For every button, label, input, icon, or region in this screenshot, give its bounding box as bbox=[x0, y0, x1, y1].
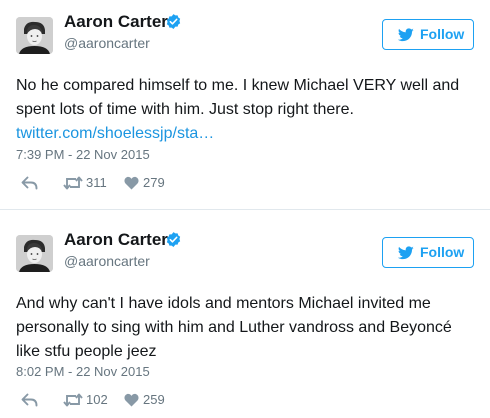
reply-icon[interactable] bbox=[21, 176, 38, 190]
user-handle[interactable]: @aaroncarter bbox=[64, 253, 150, 269]
twitter-bird-icon bbox=[398, 28, 414, 42]
tweet-link[interactable]: twitter.com/shoelessjp/sta… bbox=[16, 125, 214, 142]
tweet-text-line: No he compared himself to me. I knew Mic… bbox=[16, 77, 460, 94]
tweet-timestamp[interactable]: 8:02 PM - 22 Nov 2015 bbox=[16, 364, 150, 379]
tweet-card: Aaron Carter @aaroncarter Follow And why… bbox=[0, 218, 490, 418]
like-count: 259 bbox=[143, 392, 165, 407]
avatar[interactable] bbox=[16, 235, 53, 272]
follow-button[interactable]: Follow bbox=[382, 19, 474, 50]
tweet-text: No he compared himself to me. I knew Mic… bbox=[16, 74, 476, 146]
reply-icon[interactable] bbox=[21, 393, 38, 407]
tweet-text-line: And why can't I have idols and mentors M… bbox=[16, 295, 431, 312]
follow-label: Follow bbox=[420, 26, 465, 42]
tweet-text-line: spent lots of time with him. Just stop r… bbox=[16, 101, 354, 118]
display-name[interactable]: Aaron Carter bbox=[64, 230, 168, 250]
retweet-count: 311 bbox=[86, 175, 107, 190]
verified-badge-icon bbox=[166, 14, 181, 29]
heart-icon[interactable] bbox=[124, 393, 139, 407]
avatar[interactable] bbox=[16, 17, 53, 54]
tweet-text-line: personally to sing with him and Luther v… bbox=[16, 319, 452, 336]
tweet-text-line: like stfu people jeez bbox=[16, 343, 157, 360]
retweet-icon[interactable] bbox=[63, 393, 83, 407]
verified-badge-icon bbox=[166, 232, 181, 247]
tweet-text: And why can't I have idols and mentors M… bbox=[16, 292, 476, 364]
tweet-timestamp[interactable]: 7:39 PM - 22 Nov 2015 bbox=[16, 147, 150, 162]
retweet-count: 102 bbox=[86, 392, 108, 407]
display-name[interactable]: Aaron Carter bbox=[64, 12, 168, 32]
tweet-divider bbox=[0, 209, 490, 210]
tweet-card: Aaron Carter @aaroncarter Follow No he c… bbox=[0, 0, 490, 200]
retweet-icon[interactable] bbox=[63, 176, 83, 190]
twitter-bird-icon bbox=[398, 246, 414, 260]
user-handle[interactable]: @aaroncarter bbox=[64, 35, 150, 51]
follow-button[interactable]: Follow bbox=[382, 237, 474, 268]
follow-label: Follow bbox=[420, 244, 465, 260]
tweet-actions: 311 279 bbox=[16, 174, 316, 194]
heart-icon[interactable] bbox=[124, 176, 139, 190]
like-count: 279 bbox=[143, 175, 165, 190]
tweet-actions: 102 259 bbox=[16, 391, 316, 411]
